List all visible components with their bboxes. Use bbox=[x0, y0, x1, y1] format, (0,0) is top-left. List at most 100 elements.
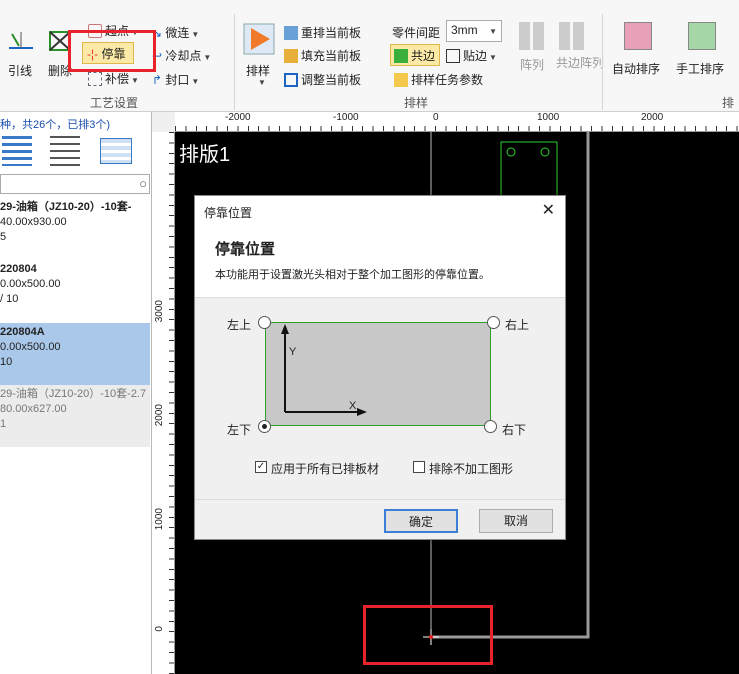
sort-view-button[interactable] bbox=[50, 136, 80, 169]
axis-y-label: Y bbox=[289, 346, 297, 358]
part-size: 0.00x500.00 bbox=[0, 278, 61, 290]
nest-params-icon bbox=[394, 73, 408, 87]
part-count: 1 bbox=[0, 418, 7, 430]
sort-view-icon bbox=[50, 136, 80, 166]
micro-join-label: 微连 bbox=[165, 26, 190, 40]
parts-summary: 种，共26个，已排3个) bbox=[0, 119, 111, 131]
common-edge-icon bbox=[394, 49, 408, 63]
search-icon: ○ bbox=[139, 176, 147, 191]
horizontal-ruler: -2000 -1000 0 1000 2000 bbox=[175, 112, 739, 132]
micro-join-button[interactable]: ↘ 微连 ▼ bbox=[152, 24, 199, 41]
fill-current-button[interactable]: 填充当前板 bbox=[284, 47, 361, 64]
part-spacing-label: 零件间距 bbox=[392, 26, 441, 40]
vertical-ruler: 3000 2000 1000 0 bbox=[152, 132, 175, 674]
part-name: 220804 bbox=[0, 263, 37, 275]
lead-button[interactable]: 引线 bbox=[4, 26, 38, 86]
array-label: 阵列 bbox=[519, 58, 544, 72]
list-view-icon bbox=[2, 136, 32, 166]
bottom-left-label: 左下 bbox=[227, 423, 252, 437]
exclude-unprocessed-label: 排除不加工图形 bbox=[429, 462, 514, 476]
chevron-down-icon: ▼ bbox=[489, 27, 497, 36]
nest-play-icon bbox=[243, 23, 275, 55]
array-button[interactable]: 阵列 bbox=[516, 22, 548, 73]
parts-search-input[interactable]: ○ bbox=[0, 174, 150, 194]
manual-sort-button[interactable]: 手工排序 bbox=[676, 22, 724, 77]
part-list-item[interactable]: 29-油箱（JZ10-20）-10套-2.7 80.00x627.00 1 bbox=[0, 385, 150, 447]
adjust-icon bbox=[284, 73, 298, 87]
reorder-label: 重排当前板 bbox=[301, 26, 362, 40]
apply-all-checkbox[interactable]: ✓ bbox=[255, 461, 267, 473]
top-left-radio[interactable] bbox=[258, 316, 271, 329]
part-list-item[interactable]: 220804 0.00x500.00 / 10 bbox=[0, 262, 150, 324]
chevron-down-icon: ▼ bbox=[258, 78, 266, 87]
part-name: 29-油箱（JZ10-20）-10套-2.7 bbox=[0, 388, 147, 400]
snap-edge-button[interactable]: 贴边 ▼ bbox=[446, 47, 497, 64]
chevron-down-icon: ▼ bbox=[191, 77, 200, 86]
part-list-item-selected[interactable]: 220804A 0.00x500.00 10 bbox=[0, 323, 150, 385]
nest-group-label: 排样 bbox=[404, 96, 429, 110]
process-group-label: 工艺设置 bbox=[90, 96, 139, 110]
seal-icon: ↱ bbox=[152, 73, 163, 87]
chevron-down-icon: ▼ bbox=[489, 53, 497, 62]
compensate-button[interactable]: 补偿 ▼ bbox=[88, 70, 139, 87]
ruler-minor-ticks bbox=[175, 126, 739, 131]
dock-position-dialog: 停靠位置 ✕ 停靠位置 本功能用于设置激光头相对于整个加工图形的停靠位置。 Y … bbox=[194, 195, 566, 540]
chevron-down-icon: ▼ bbox=[191, 30, 200, 39]
check-icon: ✓ bbox=[256, 461, 266, 472]
snap-edge-icon bbox=[446, 49, 460, 63]
bottom-right-label: 右下 bbox=[502, 423, 527, 437]
common-edge-button[interactable]: 共边 bbox=[390, 44, 440, 66]
reorder-current-button[interactable]: 重排当前板 bbox=[284, 24, 361, 41]
manual-sort-icon bbox=[688, 22, 716, 50]
fill-icon bbox=[284, 49, 298, 63]
lead-label: 引线 bbox=[8, 64, 33, 78]
top-right-radio[interactable] bbox=[487, 316, 500, 329]
compensate-icon bbox=[88, 72, 102, 86]
ruler-tick: -2000 bbox=[225, 112, 251, 123]
part-name: 29-油箱（JZ10-20）-10套- bbox=[0, 201, 132, 213]
adjust-label: 调整当前板 bbox=[301, 73, 362, 87]
chevron-down-icon: ▼ bbox=[131, 76, 139, 85]
axis-x-label: X bbox=[349, 400, 357, 412]
part-size: 40.00x930.00 bbox=[0, 216, 67, 228]
lead-icon bbox=[9, 32, 33, 49]
ruler-tick: 1000 bbox=[154, 508, 165, 531]
auto-sort-icon bbox=[624, 22, 652, 50]
grid-view-button[interactable] bbox=[100, 138, 132, 167]
highlight-box bbox=[68, 30, 156, 72]
ruler-minor-ticks bbox=[169, 132, 174, 674]
exclude-unprocessed-checkbox[interactable] bbox=[413, 461, 425, 473]
common-array-label: 共边阵列 bbox=[556, 56, 605, 70]
ruler-tick: 1000 bbox=[537, 112, 560, 123]
bottom-right-radio[interactable] bbox=[484, 420, 497, 433]
part-count: 10 bbox=[0, 356, 13, 368]
fill-label: 填充当前板 bbox=[301, 49, 362, 63]
common-array-icon bbox=[559, 22, 585, 50]
cancel-button[interactable]: 取消 bbox=[479, 509, 553, 533]
part-count: / 10 bbox=[0, 293, 19, 305]
nest-button[interactable]: 排样 ▼ bbox=[242, 22, 278, 92]
seal-button[interactable]: ↱ 封口 ▼ bbox=[152, 71, 199, 88]
divider bbox=[602, 14, 603, 110]
ruler-tick: -1000 bbox=[333, 112, 359, 123]
ruler-tick: 2000 bbox=[154, 404, 165, 427]
part-size: 0.00x500.00 bbox=[0, 341, 61, 353]
part-spacing-select[interactable]: 3mm ▼ bbox=[446, 20, 502, 42]
cool-point-label: 冷却点 bbox=[165, 49, 202, 63]
part-size: 80.00x627.00 bbox=[0, 403, 67, 415]
ok-button[interactable]: 确定 bbox=[384, 509, 458, 533]
common-array-button[interactable]: 共边阵列 bbox=[556, 22, 605, 70]
bottom-left-radio[interactable] bbox=[258, 420, 271, 433]
auto-sort-label: 自动排序 bbox=[612, 62, 661, 76]
axes-diagram bbox=[281, 324, 367, 416]
nest-params-button[interactable]: 排样任务参数 bbox=[394, 71, 483, 88]
auto-sort-button[interactable]: 自动排序 bbox=[612, 22, 660, 77]
dock-position-highlight bbox=[363, 605, 493, 665]
adjust-current-button[interactable]: 调整当前板 bbox=[284, 71, 361, 88]
ruler-tick: 0 bbox=[154, 626, 165, 632]
part-list-item[interactable]: 29-油箱（JZ10-20）-10套- 40.00x930.00 5 bbox=[0, 200, 150, 262]
cool-point-button[interactable]: ↩ 冷却点 ▼ bbox=[152, 47, 211, 64]
seal-label: 封口 bbox=[165, 73, 190, 87]
apply-all-label: 应用于所有已排板材 bbox=[271, 462, 380, 476]
list-view-button[interactable] bbox=[2, 136, 32, 169]
